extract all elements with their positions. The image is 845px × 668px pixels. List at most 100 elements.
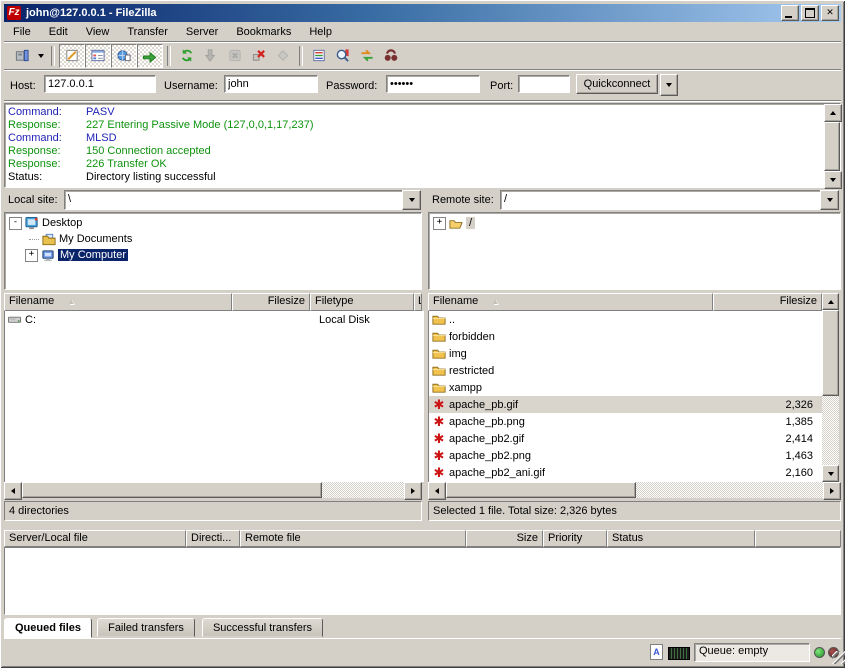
- file-row[interactable]: restricted: [429, 362, 823, 379]
- synchronized-browsing-button[interactable]: [355, 45, 379, 67]
- transfer-type-indicator-icon[interactable]: A: [649, 644, 664, 660]
- speed-limits-indicator-icon[interactable]: [668, 647, 690, 660]
- scroll-up-button[interactable]: [824, 104, 842, 122]
- directory-filters-button[interactable]: [307, 45, 331, 67]
- scroll-down-button[interactable]: [824, 171, 842, 189]
- resize-grip[interactable]: [832, 651, 845, 664]
- expand-expander[interactable]: +: [25, 249, 38, 262]
- local-status-text: 4 directories: [9, 505, 69, 517]
- port-input[interactable]: [518, 75, 570, 93]
- scrollbar-thumb[interactable]: [822, 310, 839, 396]
- toggle-message-log-button[interactable]: [59, 44, 85, 68]
- local-site-combo-arrow[interactable]: [402, 190, 421, 210]
- scrollbar-track[interactable]: [636, 482, 823, 498]
- queue-column-server-local-file[interactable]: Server/Local file: [4, 530, 186, 547]
- menu-server[interactable]: Server: [177, 24, 227, 40]
- menu-view[interactable]: View: [77, 24, 119, 40]
- remote-column-filesize[interactable]: Filesize: [713, 293, 822, 311]
- tree-item-desktop[interactable]: - Desktop: [5, 215, 421, 231]
- file-search-button[interactable]: [379, 45, 403, 67]
- collapse-expander[interactable]: -: [9, 217, 22, 230]
- local-column-lastmodified[interactable]: L: [414, 293, 422, 311]
- tab-failed-transfers[interactable]: Failed transfers: [97, 618, 195, 637]
- local-file-row-c-drive[interactable]: C: Local Disk: [5, 311, 423, 328]
- site-manager-dropdown[interactable]: [34, 45, 47, 67]
- scrollbar-thumb[interactable]: [824, 122, 840, 171]
- username-input[interactable]: [224, 75, 318, 93]
- file-row[interactable]: ✱apache_pb2.gif2,414: [429, 430, 823, 447]
- file-row[interactable]: ✱apache_pb.png1,385: [429, 413, 823, 430]
- process-queue-button[interactable]: [199, 45, 223, 67]
- local-site-label: Local site:: [8, 194, 58, 206]
- tree-item-my-documents[interactable]: My Documents: [5, 231, 421, 247]
- tree-item-root[interactable]: + /: [429, 215, 840, 231]
- local-file-list: C: Local Disk: [4, 311, 424, 482]
- menu-edit[interactable]: Edit: [40, 24, 77, 40]
- password-label: Password:: [326, 76, 377, 96]
- remote-column-filename[interactable]: Filename ▲: [428, 293, 713, 311]
- scroll-right-button[interactable]: [404, 482, 422, 500]
- toggle-transfer-queue-button[interactable]: [137, 44, 163, 68]
- file-row[interactable]: ..: [429, 311, 823, 328]
- toggle-remote-tree-button[interactable]: [111, 44, 137, 68]
- toggle-local-tree-button[interactable]: [85, 44, 111, 68]
- file-row[interactable]: ✱apache_pb2_ani.gif2,160: [429, 464, 823, 481]
- file-row[interactable]: forbidden: [429, 328, 823, 345]
- host-input[interactable]: [44, 75, 156, 93]
- close-button[interactable]: ✕: [821, 5, 839, 21]
- scroll-left-button[interactable]: [428, 482, 446, 500]
- chevron-down-icon: [827, 198, 833, 202]
- queue-column-priority[interactable]: Priority: [543, 530, 607, 547]
- menu-transfer[interactable]: Transfer: [118, 24, 177, 40]
- scrollbar-track[interactable]: [322, 482, 404, 498]
- tab-queued-files[interactable]: Queued files: [4, 618, 92, 638]
- refresh-button[interactable]: [175, 45, 199, 67]
- local-column-filetype[interactable]: Filetype: [310, 293, 414, 311]
- scroll-down-button[interactable]: [822, 465, 839, 482]
- file-row[interactable]: xampp: [429, 379, 823, 396]
- transfer-queue-list[interactable]: [4, 547, 841, 615]
- password-input[interactable]: [386, 75, 480, 93]
- scrollbar-thumb[interactable]: [22, 482, 322, 498]
- disconnect-button[interactable]: [247, 45, 271, 67]
- cancel-operation-button[interactable]: [223, 45, 247, 67]
- minimize-button[interactable]: [781, 5, 799, 21]
- chevron-down-icon: [409, 198, 415, 202]
- scroll-right-button[interactable]: [823, 482, 841, 500]
- queue-column-remote-file[interactable]: Remote file: [240, 530, 466, 547]
- file-row-selected[interactable]: ✱apache_pb.gif2,326: [429, 396, 823, 413]
- reconnect-button[interactable]: [271, 45, 295, 67]
- host-label: Host:: [10, 76, 36, 96]
- local-site-combo[interactable]: \: [64, 190, 404, 210]
- menu-bookmarks[interactable]: Bookmarks: [227, 24, 300, 40]
- app-icon[interactable]: Fz: [7, 6, 21, 20]
- local-column-filename[interactable]: Filename ▲: [4, 293, 232, 311]
- queue-column-size[interactable]: Size: [466, 530, 543, 547]
- queue-column-direction[interactable]: Directi...: [186, 530, 240, 547]
- menu-file[interactable]: File: [4, 24, 40, 40]
- maximize-button[interactable]: [801, 5, 819, 21]
- scroll-left-button[interactable]: [4, 482, 22, 500]
- queue-column-status[interactable]: Status: [607, 530, 755, 547]
- tree-item-my-computer[interactable]: + My Computer: [5, 247, 421, 263]
- remote-site-combo[interactable]: /: [500, 190, 822, 210]
- tab-successful-transfers[interactable]: Successful transfers: [202, 618, 323, 637]
- divider: [4, 638, 841, 639]
- maximize-icon: [805, 8, 815, 18]
- directory-comparison-button[interactable]: [331, 45, 355, 67]
- local-column-filesize[interactable]: Filesize: [232, 293, 310, 311]
- toolbar: [4, 43, 841, 68]
- queue-column-empty[interactable]: [755, 530, 841, 547]
- file-row[interactable]: ✱apache_pb2.png1,463: [429, 447, 823, 464]
- scroll-up-button[interactable]: [822, 293, 839, 310]
- file-row[interactable]: img: [429, 345, 823, 362]
- menu-help[interactable]: Help: [300, 24, 341, 40]
- scrollbar-track[interactable]: [822, 396, 839, 465]
- remote-status-text: Selected 1 file. Total size: 2,326 bytes: [433, 505, 617, 517]
- quickconnect-button[interactable]: Quickconnect: [576, 74, 658, 94]
- expand-expander[interactable]: +: [433, 217, 446, 230]
- quickconnect-dropdown[interactable]: [660, 74, 678, 96]
- scrollbar-thumb[interactable]: [446, 482, 636, 498]
- remote-site-combo-arrow[interactable]: [820, 190, 839, 210]
- site-manager-button[interactable]: [10, 45, 34, 67]
